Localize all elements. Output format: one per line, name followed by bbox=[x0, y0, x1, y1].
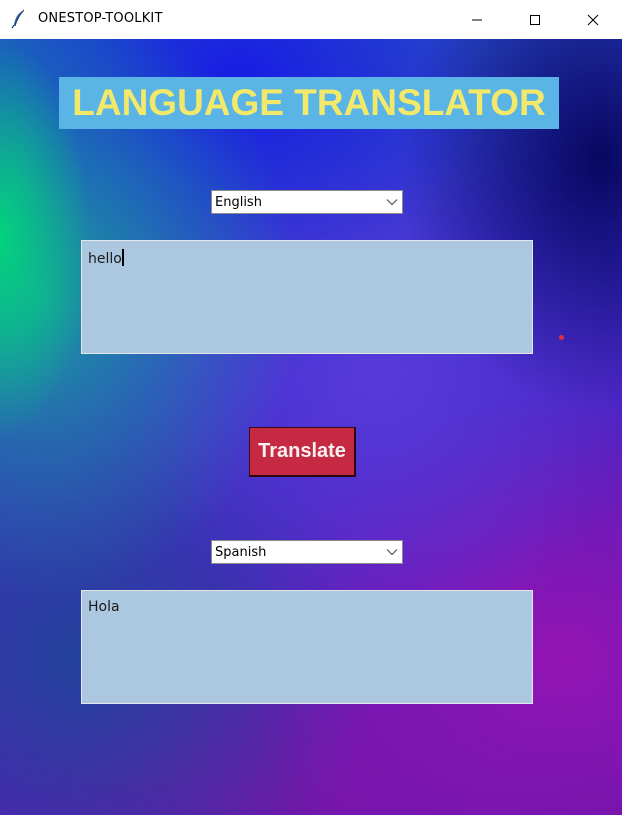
minimize-button[interactable] bbox=[448, 0, 506, 39]
close-icon bbox=[587, 14, 599, 25]
feather-icon bbox=[10, 9, 28, 29]
chevron-down-icon[interactable] bbox=[382, 541, 402, 563]
source-text-input[interactable]: hello bbox=[81, 240, 533, 354]
maximize-icon bbox=[530, 14, 540, 25]
source-language-select[interactable]: English bbox=[211, 190, 403, 214]
target-text-output[interactable]: Hola bbox=[81, 590, 533, 704]
source-text-value: hello bbox=[88, 251, 122, 267]
text-caret bbox=[121, 249, 124, 266]
window-title: ONESTOP-TOOLKIT bbox=[38, 11, 163, 26]
close-button[interactable] bbox=[564, 0, 622, 39]
chevron-down-icon[interactable] bbox=[382, 191, 402, 213]
target-language-value: Spanish bbox=[215, 544, 267, 560]
main-canvas: LANGUAGE TRANSLATOR English hello Transl… bbox=[0, 39, 622, 815]
page-title: LANGUAGE TRANSLATOR bbox=[72, 82, 546, 123]
app-window: ONESTOP-TOOLKIT LANGUAGE TRANSLATOR Engl… bbox=[0, 0, 622, 815]
translate-button[interactable]: Translate bbox=[249, 427, 356, 477]
source-language-value: English bbox=[215, 194, 262, 210]
maximize-button[interactable] bbox=[506, 0, 564, 39]
red-dot bbox=[559, 335, 564, 340]
title-bar[interactable]: ONESTOP-TOOLKIT bbox=[0, 0, 622, 40]
target-language-select[interactable]: Spanish bbox=[211, 540, 403, 564]
target-text-value: Hola bbox=[88, 599, 120, 615]
header-banner: LANGUAGE TRANSLATOR bbox=[59, 77, 559, 129]
minimize-icon bbox=[472, 19, 482, 20]
